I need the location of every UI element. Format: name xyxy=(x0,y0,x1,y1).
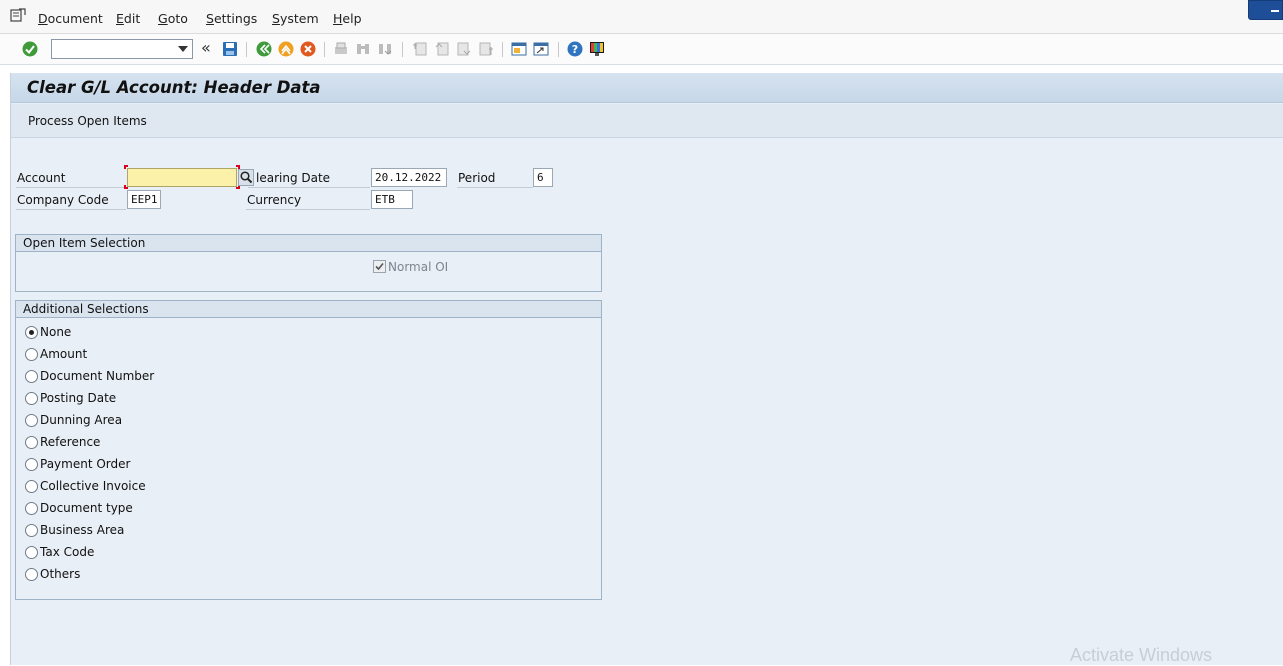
radio-label: Amount xyxy=(40,347,88,361)
label-underline xyxy=(16,187,126,188)
search-icon xyxy=(240,171,253,184)
label-underline xyxy=(16,209,126,210)
radio-button[interactable] xyxy=(25,436,38,449)
company-code-field[interactable]: EEP1 xyxy=(127,190,161,209)
command-field[interactable] xyxy=(51,39,193,59)
currency-value: ETB xyxy=(375,193,395,206)
save-icon[interactable] xyxy=(221,40,239,58)
open-item-selection-group: Open Item Selection Normal OI xyxy=(15,234,602,292)
shortcut-icon[interactable] xyxy=(532,40,550,58)
currency-label: Currency xyxy=(247,193,302,207)
clearing-date-value: 20.12.2022 xyxy=(375,171,442,184)
menu-help[interactable]: Help xyxy=(333,11,362,26)
period-value: 6 xyxy=(537,171,544,184)
radio-label: Business Area xyxy=(40,523,125,537)
menu-bar: Document Edit Goto Settings System Help xyxy=(0,0,1283,34)
next-page-icon xyxy=(457,42,471,56)
screen-area: Clear G/L Account: Header Data Process O… xyxy=(10,73,1283,665)
normal-oi-checkbox[interactable] xyxy=(373,260,386,273)
first-page-icon xyxy=(413,42,427,56)
radio-label: Tax Code xyxy=(40,545,95,559)
standard-toolbar: « ? xyxy=(0,34,1283,65)
title-bar: Clear G/L Account: Header Data xyxy=(11,73,1283,103)
menu-edit[interactable]: Edit xyxy=(116,11,140,26)
radio-button[interactable] xyxy=(25,502,38,515)
radio-button[interactable] xyxy=(25,348,38,361)
period-label: Period xyxy=(458,171,496,185)
radio-button[interactable] xyxy=(25,326,38,339)
radio-button[interactable] xyxy=(25,524,38,537)
toolbar-separator xyxy=(502,42,503,57)
radio-button[interactable] xyxy=(25,568,38,581)
clearing-date-label: learing Date xyxy=(256,171,331,185)
menu-icon[interactable] xyxy=(10,8,26,22)
cancel-icon[interactable] xyxy=(299,40,317,58)
group-title: Additional Selections xyxy=(16,301,601,318)
print-icon xyxy=(335,42,347,54)
page-title: Clear G/L Account: Header Data xyxy=(27,78,321,97)
radio-label: Payment Order xyxy=(40,457,131,471)
collapse-command-icon[interactable]: « xyxy=(201,40,211,56)
additional-selections-group: Additional Selections None Amount Docume… xyxy=(15,300,602,600)
menu-settings[interactable]: Settings xyxy=(206,11,257,26)
account-label: Account xyxy=(17,171,66,185)
radio-label: Dunning Area xyxy=(40,413,123,427)
company-code-value: EEP1 xyxy=(131,193,158,206)
radio-button[interactable] xyxy=(25,480,38,493)
label-underline xyxy=(246,209,370,210)
toolbar-separator xyxy=(402,42,403,57)
label-underline xyxy=(457,187,533,188)
menu-document[interactable]: Document xyxy=(38,11,103,26)
minimize-button[interactable] xyxy=(1248,0,1283,20)
radio-button[interactable] xyxy=(25,370,38,383)
find-next-icon xyxy=(379,44,392,55)
create-session-icon[interactable] xyxy=(510,40,528,58)
radio-label: Collective Invoice xyxy=(40,479,146,493)
radio-label: Document Number xyxy=(40,369,155,383)
radio-button[interactable] xyxy=(25,458,38,471)
svg-text:?: ? xyxy=(572,43,578,56)
account-field[interactable] xyxy=(127,168,237,187)
find-icon xyxy=(357,44,369,54)
chevron-down-icon[interactable] xyxy=(178,46,188,52)
toolbar-separator xyxy=(324,42,325,57)
clearing-date-field[interactable]: 20.12.2022 xyxy=(371,168,447,187)
menu-system[interactable]: System xyxy=(272,11,319,26)
menu-goto[interactable]: Goto xyxy=(158,11,188,26)
group-title: Open Item Selection xyxy=(16,235,601,252)
radio-label: Posting Date xyxy=(40,391,117,405)
radio-label: None xyxy=(40,325,72,339)
back-green-icon[interactable] xyxy=(255,40,273,58)
period-field[interactable]: 6 xyxy=(533,168,553,187)
customize-layout-icon[interactable] xyxy=(588,40,606,58)
toolbar-separator xyxy=(558,42,559,57)
label-underline xyxy=(248,187,370,188)
process-open-items-button[interactable]: Process Open Items xyxy=(28,114,147,128)
radio-button[interactable] xyxy=(25,392,38,405)
last-page-icon xyxy=(479,42,493,56)
activation-watermark: Activate Windows xyxy=(1070,645,1213,665)
exit-icon[interactable] xyxy=(277,40,295,58)
normal-oi-label: Normal OI xyxy=(388,260,449,274)
radio-label: Others xyxy=(40,567,81,581)
radio-button[interactable] xyxy=(25,414,38,427)
application-toolbar: Process Open Items xyxy=(11,104,1283,138)
value-help-button[interactable] xyxy=(238,169,254,186)
company-code-label: Company Code xyxy=(17,193,109,207)
previous-page-icon xyxy=(435,42,449,56)
currency-field[interactable]: ETB xyxy=(371,190,413,209)
toolbar-separator xyxy=(246,42,247,57)
enter-icon[interactable] xyxy=(21,40,39,58)
help-icon[interactable]: ? xyxy=(566,40,584,58)
radio-label: Reference xyxy=(40,435,101,449)
checkmark-icon xyxy=(375,262,384,271)
radio-label: Document type xyxy=(40,501,133,515)
radio-button[interactable] xyxy=(25,546,38,559)
